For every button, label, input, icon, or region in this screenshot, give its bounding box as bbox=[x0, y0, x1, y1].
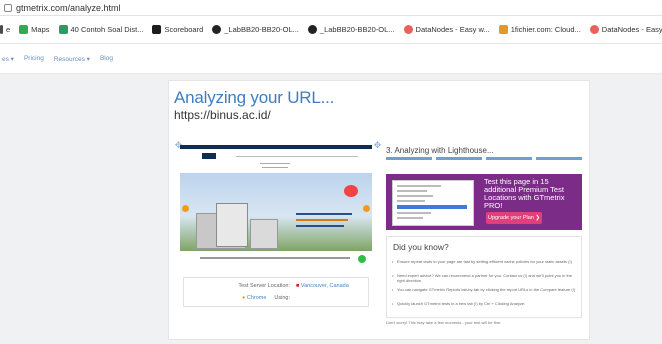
bookmark-item[interactable]: 1fichier.com: Cloud... bbox=[498, 25, 581, 34]
page-screenshot-preview bbox=[180, 145, 372, 271]
location-value: ■ Vancouver, Canada bbox=[296, 283, 349, 289]
maps-icon bbox=[19, 25, 29, 34]
pro-upgrade-banner: Test this page in 15 additional Premium … bbox=[386, 174, 582, 230]
bookmark-item[interactable]: _LabBB20-BB20-OL... bbox=[212, 25, 299, 34]
prev-slide-icon bbox=[182, 205, 189, 212]
dj-icon bbox=[152, 25, 162, 34]
bookmark-item[interactable]: Scoreboard bbox=[152, 25, 203, 34]
bookmark-item[interactable]: 40 Contoh Soal Dist... bbox=[58, 25, 143, 34]
location-label: Test Server Location: bbox=[238, 283, 290, 289]
using-label: Using: bbox=[274, 295, 290, 301]
tip-item: Need expert advice? We can recommend a p… bbox=[392, 273, 577, 283]
bookmark-item[interactable]: _LabBB20-BB20-OL... bbox=[307, 25, 395, 34]
nav-item-pricing[interactable]: Pricing bbox=[24, 55, 44, 62]
site-nav: es ▾ Pricing Resources ▾ Blog bbox=[0, 44, 662, 74]
did-you-know-heading: Did you know? bbox=[393, 242, 449, 252]
address-text[interactable]: gtmetrix.com/analyze.html bbox=[16, 3, 121, 13]
nav-item-resources[interactable]: Resources ▾ bbox=[54, 55, 90, 63]
locations-screenshot bbox=[392, 180, 474, 226]
nav-item-blog[interactable]: Blog bbox=[100, 55, 113, 62]
expand-icon[interactable]: ✥ bbox=[373, 141, 382, 150]
next-slide-icon bbox=[363, 205, 370, 212]
analysis-step: 3. Analyzing with Lighthouse... bbox=[386, 146, 494, 155]
hero-image bbox=[180, 173, 372, 251]
upgrade-plan-button[interactable]: Upgrade your Plan ❯ bbox=[486, 212, 542, 224]
promo-text: Test this page in 15 additional Premium … bbox=[484, 177, 565, 210]
bookmarks-bar: e Maps 40 Contoh Soal Dist... Scoreboard… bbox=[0, 16, 662, 44]
test-server-info: Test Server Location: ■ Vancouver, Canad… bbox=[183, 277, 369, 307]
using-value: ● Chrome bbox=[242, 295, 267, 301]
tip-item: Ensure repeat visits to your page are fa… bbox=[392, 259, 577, 264]
github-icon bbox=[212, 25, 222, 34]
fichier-icon bbox=[498, 25, 508, 34]
bookmark-item[interactable]: e bbox=[0, 25, 10, 34]
tip-item: You can navigate GTmetrix Reports tab-by… bbox=[392, 287, 577, 292]
address-bar[interactable]: gtmetrix.com/analyze.html bbox=[0, 0, 662, 16]
did-you-know-box: Did you know? Ensure repeat visits to yo… bbox=[386, 236, 582, 318]
page-title: Analyzing your URL... bbox=[174, 88, 335, 107]
wait-note: Don't worry! This may take a few moments… bbox=[386, 320, 502, 325]
site-info-icon[interactable] bbox=[4, 3, 12, 12]
bookmark-item[interactable]: Maps bbox=[19, 25, 50, 34]
github-icon bbox=[307, 25, 317, 34]
bookmark-item[interactable]: DataNodes - Easy w... bbox=[403, 25, 490, 34]
datanodes-icon bbox=[403, 25, 413, 34]
tip-item: Quickly launch GTmetrix tests in a new t… bbox=[392, 301, 577, 306]
bookmark-item[interactable]: DataNodes - Easy w... bbox=[589, 25, 662, 34]
spreadsheet-icon bbox=[58, 25, 68, 34]
analysis-progress bbox=[386, 157, 582, 160]
partial-icon bbox=[0, 25, 3, 34]
datanodes-icon bbox=[589, 25, 599, 34]
analyzed-url: https://binus.ac.id/ bbox=[174, 108, 271, 122]
nav-item-features[interactable]: es ▾ bbox=[2, 55, 14, 63]
